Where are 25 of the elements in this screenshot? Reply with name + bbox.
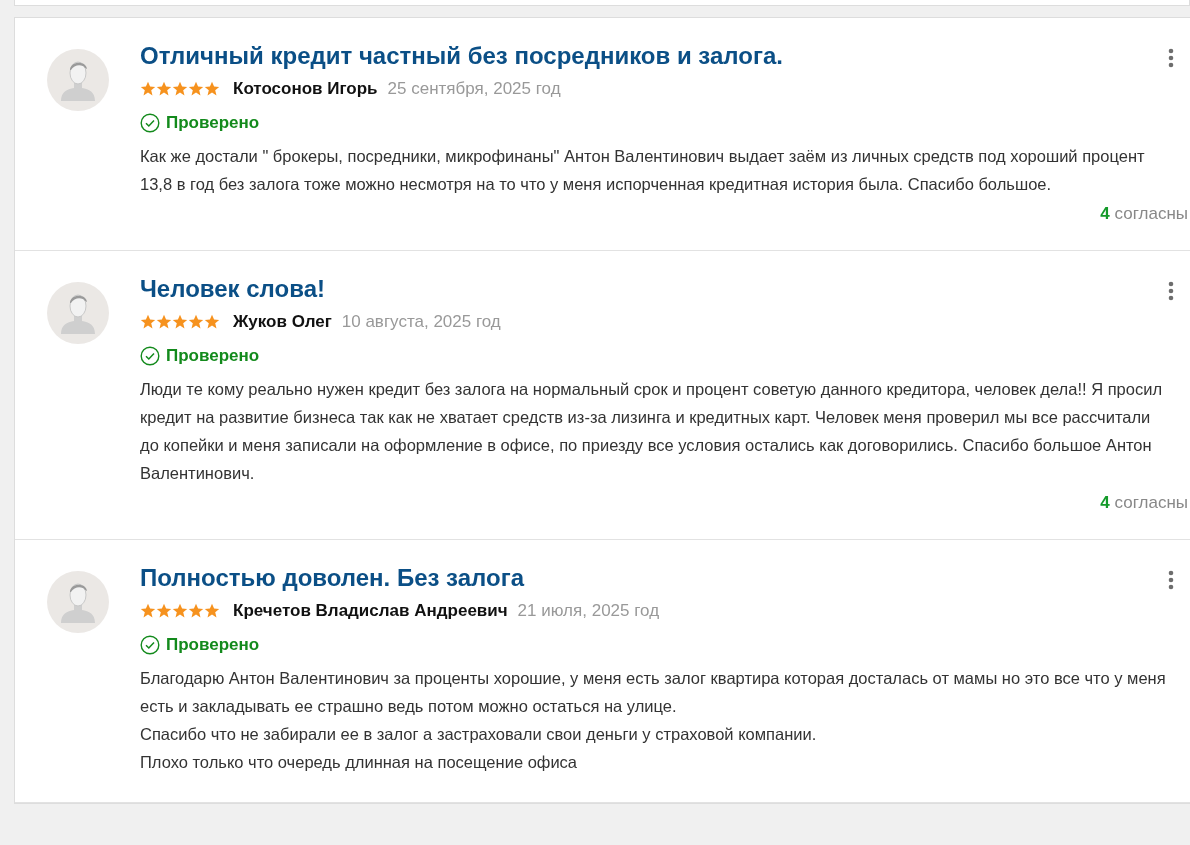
more-icon[interactable] [1168,570,1174,590]
review-date: 10 августа, 2025 год [341,312,501,332]
verified-label: Проверено [166,635,260,655]
review-title[interactable]: Человек слова! [140,274,1172,304]
more-icon[interactable] [1168,48,1174,68]
review-date: 21 июля, 2025 год [517,601,660,621]
agree-count[interactable]: 4 согласны [1100,493,1188,513]
avatar-icon [47,571,109,633]
avatar-icon [47,49,109,111]
review-text: Как же достали " брокеры, посредники, микрофинаны" Антон Валентинович выдает заём из личных средств под хороший процент 13,8 в год без залога тоже можно несмотря на то что у меня испорченная кредитная история была. Спасибо большое. [140,146,1146,195]
avatar-icon [47,282,109,344]
review-text: Плохо только что очередь длинная на посещение офиса [140,752,579,773]
author-name: Котосонов Игорь [233,79,378,99]
review-text: Благодарю Антон Валентинович за проценты хорошие, у меня есть залог квартира которая досталась от мамы но это все что у меня есть и закладывать ее страшно ведь потом можно остаться на улице. [140,668,1167,717]
review-date: 25 сентября, 2025 год [387,79,561,99]
verified-label: Проверено [166,113,260,133]
review-title[interactable]: Полностью доволен. Без залога [140,563,1172,593]
review-title[interactable]: Отличный кредит частный без посредников и залога. [140,41,1172,71]
author-name: Кречетов Владислав Андреевич [233,601,508,621]
verified-label: Проверено [166,346,260,366]
review-text: Люди те кому реально нужен кредит без залога на нормальный срок и процент советую данного кредитора, человек дела!! Я просил кредит на развитие бизнеса так как не хватает средств из-за лизинга и кредитных карт. Человек меня проверил мы все рассчитали до копейки и меня записали на оформление в офисе, по приезду все условия остались как договорились. Спасибо большое Антон Валентинович. [140,379,1164,484]
review-text: Спасибо что не забирали ее в залог а застраховали свои деньги у страховой компании. [140,724,818,745]
author-name: Жуков Олег [233,312,332,332]
more-icon[interactable] [1168,281,1174,301]
agree-count[interactable]: 4 согласны [1100,204,1188,224]
